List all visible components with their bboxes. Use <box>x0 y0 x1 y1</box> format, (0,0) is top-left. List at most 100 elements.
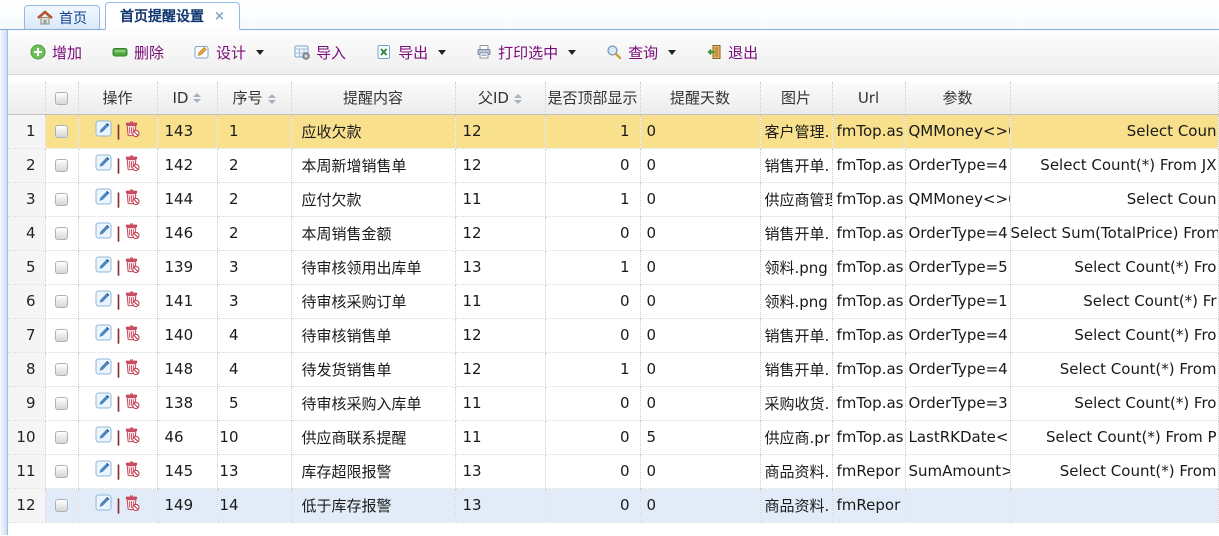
cell-rownum: 6 <box>8 284 45 318</box>
column-header-sql[interactable] <box>1010 82 1218 114</box>
add-button[interactable]: 增加 <box>30 42 82 63</box>
select-all-checkbox[interactable] <box>55 92 68 105</box>
edit-icon[interactable] <box>95 494 113 516</box>
column-header-seq[interactable]: 序号 <box>217 82 291 114</box>
column-header-id[interactable]: ID <box>157 82 217 114</box>
cell-id: 140 <box>157 318 217 352</box>
design-button[interactable]: 设计 <box>194 42 264 63</box>
table-row[interactable]: 9|1385待审核采购入库单1100采购收货.fmTop.asOrderType… <box>8 386 1218 420</box>
trash-icon[interactable] <box>124 120 140 142</box>
column-header-image[interactable]: 图片 <box>760 82 832 114</box>
row-checkbox[interactable] <box>55 363 68 376</box>
column-header-remind_days[interactable]: 提醒天数 <box>640 82 760 114</box>
column-header-param[interactable]: 参数 <box>905 82 1010 114</box>
table-row[interactable]: 3|1442应付欠款1110供应商管理fmTop.asQMMoney<>0Sel… <box>8 182 1218 216</box>
search-icon <box>606 44 622 60</box>
cell-image: 销售开单. <box>760 148 832 182</box>
trash-icon[interactable] <box>124 392 140 414</box>
column-header-show_top[interactable]: 是否顶部显示 <box>545 82 640 114</box>
print-selected-button[interactable]: 打印选中 <box>476 42 576 63</box>
collapsed-panel-strip[interactable] <box>0 30 8 535</box>
cell-seq: 4 <box>217 352 291 386</box>
delete-button[interactable]: 删除 <box>112 42 164 63</box>
edit-icon[interactable] <box>95 460 113 482</box>
row-checkbox[interactable] <box>55 329 68 342</box>
trash-icon[interactable] <box>124 324 140 346</box>
edit-icon[interactable] <box>95 426 113 448</box>
tab-home[interactable]: 首页 <box>24 5 100 29</box>
cell-url: fmTop.as <box>832 318 905 352</box>
trash-icon[interactable] <box>124 256 140 278</box>
cell-remind_days: 5 <box>640 420 760 454</box>
ops-separator: | <box>116 326 121 344</box>
row-checkbox[interactable] <box>55 397 68 410</box>
button-label: 导出 <box>398 42 428 63</box>
edit-icon[interactable] <box>95 222 113 244</box>
export-button[interactable]: 导出 <box>376 42 446 63</box>
query-button[interactable]: 查询 <box>606 42 676 63</box>
trash-icon[interactable] <box>124 154 140 176</box>
import-button[interactable]: 导入 <box>294 42 346 63</box>
dropdown-caret-icon <box>438 50 446 55</box>
table-row[interactable]: 11|14513库存超限报警1300商品资料.fmReporSumAmount>… <box>8 454 1218 488</box>
column-header-checkbox[interactable] <box>45 82 78 114</box>
row-checkbox[interactable] <box>55 193 68 206</box>
row-checkbox[interactable] <box>55 227 68 240</box>
cell-id: 144 <box>157 182 217 216</box>
row-checkbox[interactable] <box>55 499 68 512</box>
cell-ops: | <box>78 352 157 386</box>
cell-content: 应付欠款 <box>291 182 455 216</box>
export-icon <box>376 44 392 60</box>
exit-button[interactable]: 退出 <box>706 42 758 63</box>
tab-reminder-settings[interactable]: 首页提醒设置 × <box>105 2 240 30</box>
edit-icon[interactable] <box>95 324 113 346</box>
cell-parent_id: 12 <box>455 114 545 148</box>
ops-separator: | <box>116 292 121 310</box>
table-row[interactable]: 8|1484待发货销售单1210销售开单.fmTop.asOrderType=4… <box>8 352 1218 386</box>
table-row[interactable]: 12|14914低于库存报警1300商品资料.fmRepor <box>8 488 1218 522</box>
cell-remind_days: 0 <box>640 250 760 284</box>
edit-icon[interactable] <box>95 392 113 414</box>
row-checkbox[interactable] <box>55 295 68 308</box>
cell-id: 149 <box>157 488 217 522</box>
edit-icon[interactable] <box>95 290 113 312</box>
row-checkbox[interactable] <box>55 431 68 444</box>
row-checkbox[interactable] <box>55 159 68 172</box>
table-row[interactable]: 2|1422本周新增销售单1200销售开单.fmTop.asOrderType=… <box>8 148 1218 182</box>
table-row[interactable]: 5|1393待审核领用出库单1310领料.pngfmTop.asOrderTyp… <box>8 250 1218 284</box>
column-header-url[interactable]: Url <box>832 82 905 114</box>
cell-show_top: 0 <box>545 318 640 352</box>
edit-icon[interactable] <box>95 188 113 210</box>
table-row[interactable]: 1|1431应收欠款1210客户管理.fmTop.asQMMoney<>0Sel… <box>8 114 1218 148</box>
cell-parent_id: 13 <box>455 454 545 488</box>
column-header-content[interactable]: 提醒内容 <box>291 82 455 114</box>
cell-param: QMMoney<>0 <box>905 114 1010 148</box>
close-icon[interactable]: × <box>214 10 225 23</box>
trash-icon[interactable] <box>124 426 140 448</box>
cell-id: 139 <box>157 250 217 284</box>
table-row[interactable]: 7|1404待审核销售单1200销售开单.fmTop.asOrderType=4… <box>8 318 1218 352</box>
row-checkbox[interactable] <box>55 465 68 478</box>
cell-parent_id: 11 <box>455 284 545 318</box>
table-row[interactable]: 4|1462本周销售金额1200销售开单.fmTop.asOrderType=4… <box>8 216 1218 250</box>
trash-icon[interactable] <box>124 290 140 312</box>
trash-icon[interactable] <box>124 358 140 380</box>
column-header-parent_id[interactable]: 父ID <box>455 82 545 114</box>
column-header-ops[interactable]: 操作 <box>78 82 157 114</box>
edit-icon[interactable] <box>95 358 113 380</box>
trash-icon[interactable] <box>124 460 140 482</box>
row-checkbox[interactable] <box>55 261 68 274</box>
row-checkbox[interactable] <box>55 125 68 138</box>
table-row[interactable]: 10|4610供应商联系提醒1105供应商.prfmTop.asLastRKDa… <box>8 420 1218 454</box>
toolbar: 增加 删除 设计 <box>8 30 1219 75</box>
trash-icon[interactable] <box>124 494 140 516</box>
cell-ops: | <box>78 454 157 488</box>
cell-sql: Select Count(*) From P <box>1010 420 1218 454</box>
edit-icon[interactable] <box>95 256 113 278</box>
cell-seq: 5 <box>217 386 291 420</box>
trash-icon[interactable] <box>124 188 140 210</box>
edit-icon[interactable] <box>95 120 113 142</box>
trash-icon[interactable] <box>124 222 140 244</box>
table-row[interactable]: 6|1413待审核采购订单1100领料.pngfmTop.asOrderType… <box>8 284 1218 318</box>
edit-icon[interactable] <box>95 154 113 176</box>
